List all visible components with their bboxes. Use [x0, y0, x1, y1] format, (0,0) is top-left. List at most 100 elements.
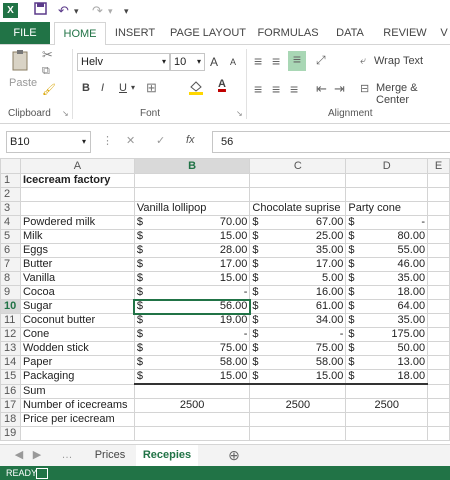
name-box[interactable]: B10 ▾ — [6, 131, 91, 153]
tab-review[interactable]: REVIEW — [380, 22, 430, 44]
cell-e[interactable] — [427, 285, 450, 300]
cell-c[interactable]: $58.00 — [249, 355, 347, 370]
cell-a[interactable]: Cone — [19, 327, 135, 342]
font-name-select[interactable]: Helv ▾ — [77, 53, 170, 71]
cell-e[interactable] — [427, 299, 450, 314]
paste-label[interactable]: Paste — [9, 77, 37, 89]
cell-d[interactable]: $175.00 — [345, 327, 429, 342]
cell-a[interactable]: Wodden stick — [19, 341, 135, 356]
align-middle-icon[interactable]: ≡ — [272, 53, 280, 69]
tab-page-layout[interactable]: PAGE LAYOUT — [168, 22, 248, 44]
underline-dropdown-icon[interactable]: ▾ — [131, 83, 135, 92]
redo-icon[interactable]: ↷ — [92, 2, 103, 20]
row-header[interactable]: 16 — [0, 383, 21, 399]
cell-a[interactable]: Price per icecream — [19, 412, 135, 427]
increase-indent-icon[interactable]: ⇥ — [334, 81, 345, 97]
row-header[interactable]: 14 — [0, 355, 21, 370]
cell-a[interactable]: Paper — [19, 355, 135, 370]
cell-b[interactable]: $19.00 — [133, 313, 251, 328]
cell-e[interactable] — [427, 341, 450, 356]
row-header[interactable]: 9 — [0, 285, 21, 300]
cell-e[interactable] — [427, 173, 450, 188]
cell-b[interactable]: Vanilla lollipop — [133, 201, 251, 216]
merge-center-button[interactable]: Merge & Center — [376, 82, 450, 106]
cell-d[interactable] — [345, 187, 429, 202]
column-header-e[interactable]: E — [427, 158, 450, 174]
tab-view[interactable]: V — [438, 22, 450, 44]
cell-d[interactable]: $64.00 — [345, 299, 429, 314]
cell-e[interactable] — [427, 383, 450, 399]
column-header-d[interactable]: D — [345, 158, 429, 174]
row-header[interactable]: 12 — [0, 327, 21, 342]
cell-e[interactable] — [427, 257, 450, 272]
format-painter-icon[interactable]: 🖌 — [42, 83, 56, 96]
shrink-font-button[interactable]: A — [230, 57, 236, 67]
italic-button[interactable]: I — [101, 82, 104, 94]
cell-c[interactable]: $67.00 — [249, 215, 347, 230]
bold-button[interactable]: B — [82, 82, 90, 94]
cell-a[interactable]: Icecream factory — [19, 173, 135, 188]
tab-formulas[interactable]: FORMULAS — [256, 22, 320, 44]
grow-font-button[interactable]: A — [210, 55, 218, 69]
cell-e[interactable] — [427, 243, 450, 258]
align-right-icon[interactable]: ≡ — [290, 81, 298, 97]
cell-c[interactable]: $34.00 — [249, 313, 347, 328]
cell-a[interactable] — [19, 426, 135, 441]
cell-e[interactable] — [427, 271, 450, 286]
column-header-a[interactable]: A — [19, 158, 135, 174]
row-header[interactable]: 3 — [0, 201, 21, 216]
row-header[interactable]: 7 — [0, 257, 21, 272]
cell-a[interactable]: Eggs — [19, 243, 135, 258]
cell-b[interactable]: $58.00 — [133, 355, 251, 370]
cell-b[interactable] — [133, 426, 251, 441]
cell-b[interactable]: 2500 — [133, 398, 251, 413]
cell-d[interactable]: 2500 — [345, 398, 429, 413]
cell-d[interactable]: $13.00 — [345, 355, 429, 370]
cell-c[interactable]: $16.00 — [249, 285, 347, 300]
row-header[interactable]: 8 — [0, 271, 21, 286]
row-header[interactable]: 10 — [0, 299, 21, 314]
tab-insert[interactable]: INSERT — [110, 22, 160, 44]
cell-e[interactable] — [427, 327, 450, 342]
cell-c[interactable] — [249, 187, 347, 202]
fill-color-icon[interactable] — [188, 79, 204, 98]
cell-c[interactable]: $75.00 — [249, 341, 347, 356]
cell-b[interactable] — [133, 173, 251, 188]
clipboard-launcher-icon[interactable]: ↘ — [62, 109, 69, 118]
cell-b[interactable]: $28.00 — [133, 243, 251, 258]
column-header-c[interactable]: C — [249, 158, 347, 174]
cut-icon[interactable]: ✂ — [42, 47, 53, 63]
cell-c[interactable] — [249, 412, 347, 427]
cancel-icon[interactable]: ✕ — [126, 134, 135, 147]
cell-c[interactable] — [249, 426, 347, 441]
sheet-tab-prices[interactable]: Prices — [84, 445, 136, 466]
sheet-tab-recepies[interactable]: Recepies — [136, 445, 198, 468]
cell-d[interactable] — [345, 412, 429, 427]
cell-b[interactable]: $15.00 — [133, 229, 251, 244]
cell-c[interactable]: $61.00 — [249, 299, 347, 314]
save-icon[interactable] — [34, 2, 47, 20]
cell-b[interactable]: $15.00 — [133, 271, 251, 286]
font-size-select[interactable]: 10 ▾ — [170, 53, 205, 71]
row-header[interactable]: 15 — [0, 369, 21, 385]
cell-e[interactable] — [427, 426, 450, 441]
cell-d[interactable]: $46.00 — [345, 257, 429, 272]
row-header[interactable]: 6 — [0, 243, 21, 258]
cell-c[interactable]: Chocolate suprise — [249, 201, 347, 216]
cell-e[interactable] — [427, 355, 450, 370]
cell-a[interactable]: Packaging — [19, 369, 135, 385]
cell-e[interactable] — [427, 201, 450, 216]
cell-a[interactable]: Sugar — [19, 299, 135, 314]
row-header[interactable]: 4 — [0, 215, 21, 230]
cell-d[interactable] — [345, 173, 429, 188]
column-header-b[interactable]: B — [133, 158, 251, 174]
cell-d[interactable]: Party cone — [345, 201, 429, 216]
cell-a[interactable]: Coconut butter — [19, 313, 135, 328]
redo-dropdown-icon[interactable]: ▾ — [108, 2, 113, 20]
cell-b[interactable]: $17.00 — [133, 257, 251, 272]
borders-icon[interactable]: ⊞ — [146, 80, 157, 96]
align-bottom-icon[interactable]: ≡ — [288, 51, 306, 71]
cell-a[interactable]: Number of icecreams — [19, 398, 135, 413]
row-header[interactable]: 1 — [0, 173, 21, 188]
insert-function-button[interactable]: fx — [186, 134, 195, 146]
